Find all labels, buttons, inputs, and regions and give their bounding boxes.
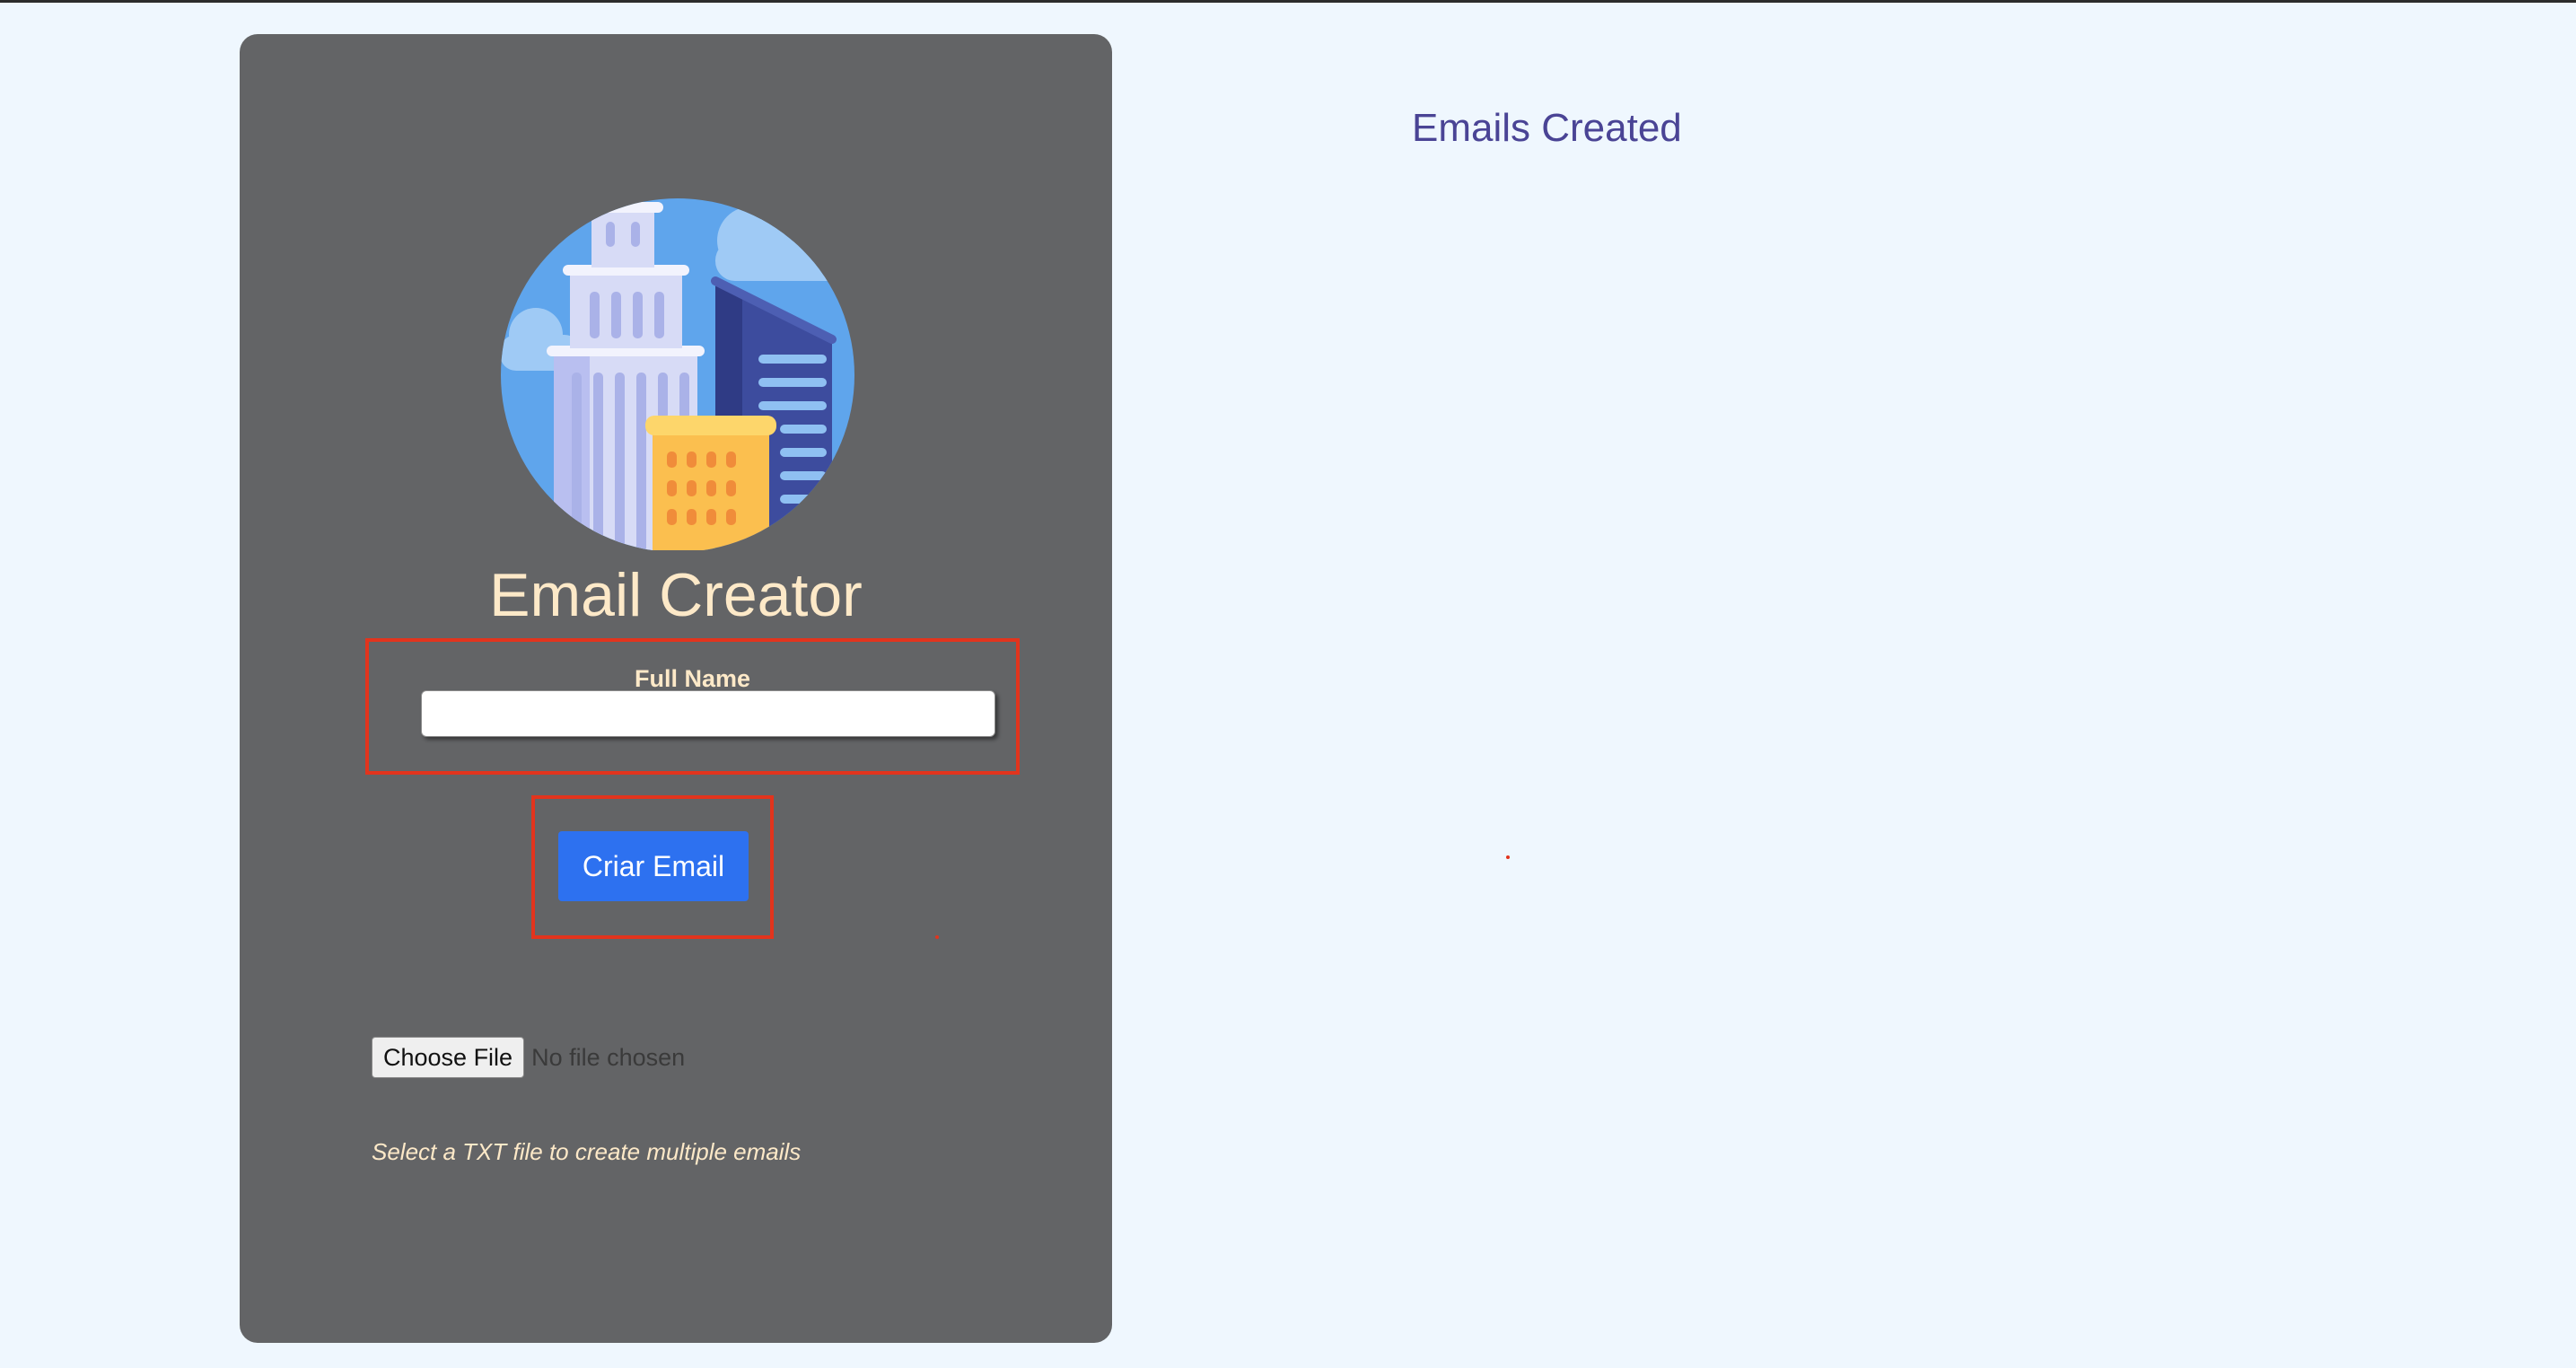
file-upload-control: Choose File No file chosen <box>372 1036 685 1079</box>
page-title: Email Creator <box>489 561 863 629</box>
full-name-label: Full Name <box>634 665 751 692</box>
email-creator-card: Email Creator Full Name Criar Email Choo… <box>240 34 1112 1343</box>
full-name-field-group: Full Name <box>365 638 1020 775</box>
marker-dot <box>935 935 939 939</box>
emails-created-heading: Emails Created <box>1412 106 1682 150</box>
marker-dot <box>1506 855 1510 859</box>
file-upload-hint: Select a TXT file to create multiple ema… <box>372 1138 802 1165</box>
full-name-input[interactable] <box>421 690 995 737</box>
top-border <box>0 0 2576 3</box>
create-email-button[interactable]: Criar Email <box>558 831 749 901</box>
create-email-button-group: Criar Email <box>531 795 774 939</box>
city-buildings-icon <box>501 198 854 550</box>
choose-file-button[interactable]: Choose File <box>372 1037 525 1078</box>
file-status-text: No file chosen <box>531 1043 686 1071</box>
